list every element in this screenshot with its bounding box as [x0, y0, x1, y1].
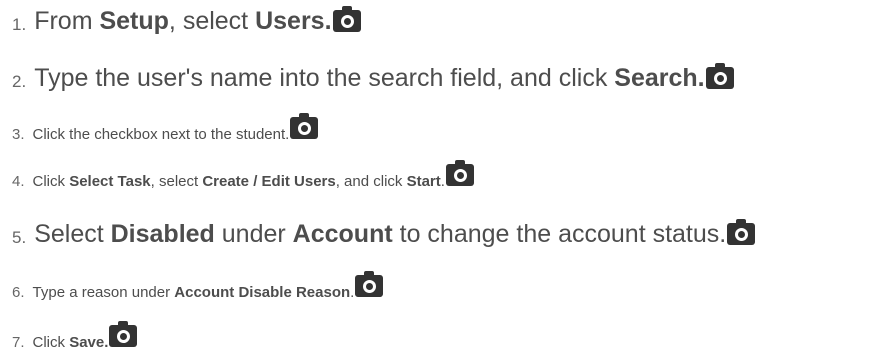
step-text: From Setup, select Users. — [34, 6, 331, 36]
camera-icon[interactable] — [445, 160, 474, 186]
step-text-part: to change the account status. — [392, 220, 727, 248]
camera-icon[interactable] — [332, 6, 361, 32]
step-3: 3. Click the checkbox next to the studen… — [12, 113, 319, 145]
step-text: Select Disabled under Account to change … — [34, 219, 726, 249]
camera-icon[interactable] — [290, 113, 319, 139]
step-text-part: , and click — [335, 173, 407, 190]
step-text: Type the user's name into the search fie… — [34, 63, 704, 93]
step-text-bold: Account Disable Reason — [174, 284, 351, 301]
step-number: 1. — [12, 15, 27, 34]
step-text-bold: Disabled — [110, 220, 215, 248]
step-text-bold: Create / Edit Users — [202, 173, 336, 190]
step-text: Click Save. — [33, 333, 109, 353]
step-number: 4. — [12, 173, 25, 190]
step-text-part: Click the checkbox next to the student. — [32, 126, 290, 143]
step-text-part: Select — [34, 220, 111, 248]
step-number: 6. — [12, 284, 25, 301]
step-number: 5. — [12, 228, 27, 247]
step-7: 7. Click Save. — [12, 321, 138, 353]
step-5: 5. Select Disabled under Account to chan… — [12, 219, 756, 249]
step-text-part: Type a reason under — [32, 284, 175, 301]
step-text-part: Type the user's name into the search fie… — [34, 64, 615, 92]
step-4: 4. Click Select Task, select Create / Ed… — [12, 160, 474, 192]
step-number: 3. — [12, 126, 25, 143]
camera-icon[interactable] — [355, 271, 384, 297]
step-6: 6. Type a reason under Account Disable R… — [12, 271, 384, 303]
step-text-bold: Search. — [614, 64, 705, 92]
step-text-part: . — [350, 284, 355, 301]
step-text-bold: Save. — [69, 334, 109, 351]
step-text-bold: Account — [292, 220, 393, 248]
step-text-part: , select — [168, 7, 256, 35]
camera-icon[interactable] — [705, 63, 734, 89]
step-text-bold: Start — [406, 173, 441, 190]
step-text-part: , select — [150, 173, 203, 190]
step-1: 1. From Setup, select Users. — [12, 6, 361, 36]
step-text-part: From — [34, 7, 100, 35]
step-number: 2. — [12, 72, 27, 91]
step-text: Click Select Task, select Create / Edit … — [33, 172, 445, 192]
step-number: 7. — [12, 334, 25, 351]
camera-icon[interactable] — [109, 321, 138, 347]
step-text-part: Click — [32, 173, 70, 190]
camera-icon[interactable] — [727, 219, 756, 245]
step-text-part: . — [440, 173, 445, 190]
step-text: Click the checkbox next to the student. — [33, 125, 290, 145]
step-text-bold: Select Task — [69, 173, 151, 190]
step-2: 2. Type the user's name into the search … — [12, 63, 734, 93]
step-text: Type a reason under Account Disable Reas… — [33, 283, 355, 303]
step-text-part: under — [214, 220, 293, 248]
step-text-part: Click — [32, 334, 70, 351]
step-text-bold: Users. — [255, 7, 332, 35]
step-text-bold: Setup — [99, 7, 169, 35]
